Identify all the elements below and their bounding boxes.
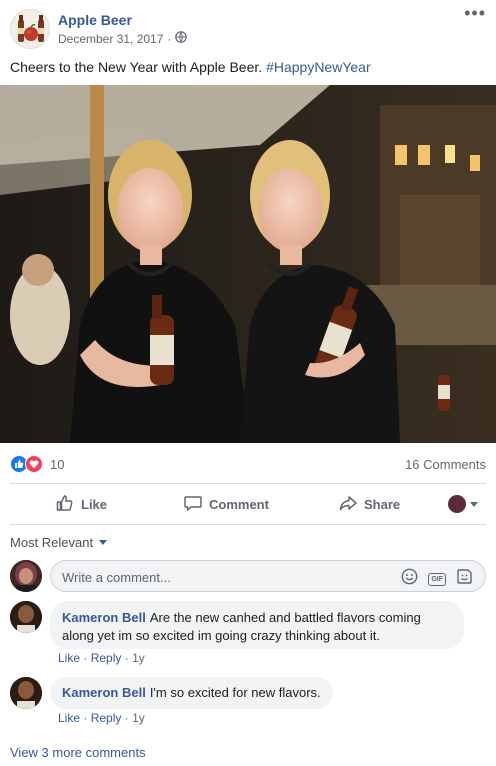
gif-icon[interactable]: GIF: [428, 572, 446, 586]
comment-button[interactable]: Comment: [183, 492, 269, 516]
comment-author-link[interactable]: Kameron Bell: [62, 610, 146, 625]
comment-reply-link[interactable]: Reply: [91, 711, 122, 725]
comment-sort-dropdown[interactable]: Most Relevant: [10, 535, 108, 550]
globe-icon[interactable]: [175, 31, 188, 46]
avatar[interactable]: [10, 560, 42, 592]
composer-icons: GIF: [401, 568, 473, 590]
comment-timestamp[interactable]: 1y: [132, 711, 145, 725]
thumbs-up-icon: [55, 493, 75, 516]
avatar[interactable]: [10, 601, 42, 633]
reaction-count[interactable]: 10: [50, 457, 64, 472]
meta-separator: ·: [167, 31, 172, 46]
audience-selector[interactable]: [448, 495, 478, 513]
comment-bubble: Kameron Bell I'm so excited for new flavo…: [50, 677, 333, 709]
comments-count-link[interactable]: 16 Comments: [405, 457, 486, 472]
emoji-icon[interactable]: [401, 568, 418, 590]
page-avatar[interactable]: [10, 9, 50, 49]
reaction-icons[interactable]: [10, 455, 43, 478]
reactions-row: 10 16 Comments: [0, 443, 496, 483]
comment-bubble: Kameron Bell Are the new canhed and battl…: [50, 601, 464, 649]
comment-text: I'm so excited for new flavors.: [149, 685, 321, 700]
comment-timestamp[interactable]: 1y: [132, 651, 145, 665]
share-icon: [338, 493, 358, 516]
like-label: Like: [81, 496, 108, 512]
comment-actions: Like · Reply · 1y: [58, 651, 145, 665]
comment-like-link[interactable]: Like: [58, 651, 80, 665]
comment-label: Comment: [209, 496, 269, 512]
hashtag-link[interactable]: #HappyNewYear: [266, 59, 371, 75]
post-header: Apple Beer December 31, 2017 · •••: [0, 0, 496, 52]
more-options-icon[interactable]: •••: [464, 4, 486, 22]
post-photo[interactable]: [0, 85, 496, 443]
page-name-link[interactable]: Apple Beer: [58, 12, 132, 28]
love-reaction-icon: [25, 455, 43, 478]
share-label: Share: [364, 496, 401, 512]
comment-like-link[interactable]: Like: [58, 711, 80, 725]
post-text: Cheers to the New Year with Apple Beer. …: [10, 59, 371, 75]
actions-row: Like Comment Share: [0, 484, 496, 524]
chevron-down-icon: [470, 501, 478, 507]
sticker-icon[interactable]: [456, 568, 473, 590]
comment-input-placeholder: Write a comment...: [62, 570, 171, 585]
view-more-comments-link[interactable]: View 3 more comments: [10, 745, 146, 760]
share-button[interactable]: Share: [338, 492, 400, 516]
comment-composer: Write a comment... GIF: [10, 560, 486, 592]
avatar[interactable]: [10, 677, 42, 709]
comment-reply-link[interactable]: Reply: [91, 651, 122, 665]
post-text-main: Cheers to the New Year with Apple Beer.: [10, 59, 263, 75]
comment-text-line2: along yet im so excited im going crazy t…: [62, 628, 380, 643]
like-button[interactable]: Like: [55, 492, 107, 516]
comment-item: Kameron Bell Are the new canhed and battl…: [10, 601, 486, 667]
comment-input[interactable]: Write a comment... GIF: [50, 560, 486, 592]
comment-author-link[interactable]: Kameron Bell: [62, 685, 146, 700]
comment-actions: Like · Reply · 1y: [58, 711, 145, 725]
chevron-down-icon: [99, 540, 108, 545]
sort-label: Most Relevant: [10, 535, 94, 550]
post-date[interactable]: December 31, 2017: [58, 32, 163, 46]
comment-item: Kameron Bell I'm so excited for new flavo…: [10, 677, 486, 727]
divider: [10, 524, 486, 525]
post-meta: December 31, 2017 ·: [58, 31, 188, 46]
comment-text: Are the new canhed and battled flavors c…: [149, 610, 421, 625]
avatar: [448, 495, 466, 513]
comment-icon: [183, 493, 203, 516]
